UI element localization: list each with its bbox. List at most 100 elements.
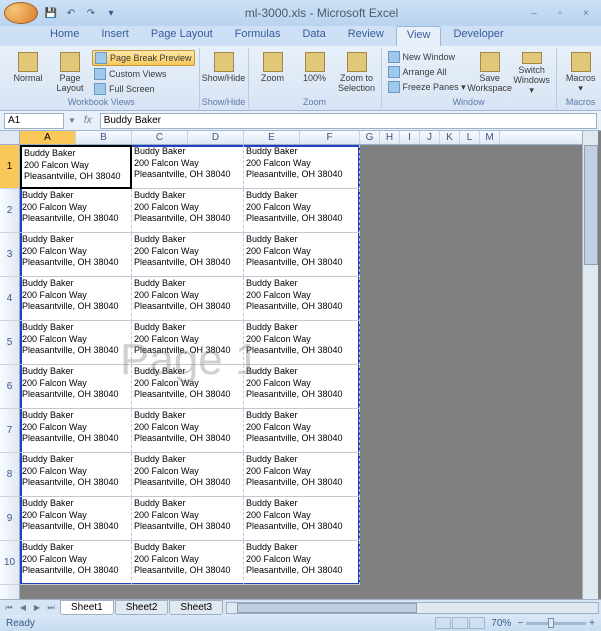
full-screen-button[interactable]: Full Screen — [92, 82, 195, 96]
showhide-button[interactable]: Show/Hide — [204, 50, 244, 98]
cell-C3[interactable]: Buddy Baker200 Falcon WayPleasantville, … — [132, 233, 244, 277]
fx-icon[interactable]: fx — [80, 115, 96, 126]
zoom-slider[interactable]: − + — [517, 618, 595, 629]
cell-E1[interactable]: Buddy Baker200 Falcon WayPleasantville, … — [244, 145, 360, 189]
cell-A6[interactable]: Buddy Baker200 Falcon WayPleasantville, … — [20, 365, 132, 409]
tab-page-layout[interactable]: Page Layout — [141, 26, 223, 46]
horizontal-scrollbar[interactable] — [226, 602, 599, 614]
custom-views-button[interactable]: Custom Views — [92, 67, 195, 81]
row-header-5[interactable]: 5 — [0, 321, 19, 365]
cell-C6[interactable]: Buddy Baker200 Falcon WayPleasantville, … — [132, 365, 244, 409]
cell-E7[interactable]: Buddy Baker200 Falcon WayPleasantville, … — [244, 409, 360, 453]
cell-E10[interactable]: Buddy Baker200 Falcon WayPleasantville, … — [244, 541, 360, 585]
sheet-first-icon[interactable]: ⏮ — [2, 602, 16, 614]
tab-view[interactable]: View — [396, 26, 442, 46]
column-header-I[interactable]: I — [400, 131, 420, 144]
zoom-sel-button[interactable]: Zoom to Selection — [337, 50, 377, 98]
cell-E6[interactable]: Buddy Baker200 Falcon WayPleasantville, … — [244, 365, 360, 409]
sheet-last-icon[interactable]: ⏭ — [44, 602, 58, 614]
office-button[interactable] — [4, 2, 38, 24]
cell-E8[interactable]: Buddy Baker200 Falcon WayPleasantville, … — [244, 453, 360, 497]
cell-C9[interactable]: Buddy Baker200 Falcon WayPleasantville, … — [132, 497, 244, 541]
column-header-E[interactable]: E — [244, 131, 300, 144]
tab-data[interactable]: Data — [292, 26, 335, 46]
tab-home[interactable]: Home — [40, 26, 89, 46]
row-header-7[interactable]: 7 — [0, 409, 19, 453]
cells-grid[interactable]: Buddy Baker200 Falcon WayPleasantville, … — [20, 145, 582, 599]
cell-A8[interactable]: Buddy Baker200 Falcon WayPleasantville, … — [20, 453, 132, 497]
zoom-level[interactable]: 70% — [491, 618, 511, 629]
zoom-button[interactable]: Zoom — [253, 50, 293, 98]
column-header-L[interactable]: L — [460, 131, 480, 144]
cell-A1[interactable]: Buddy Baker200 Falcon WayPleasantville, … — [20, 145, 132, 189]
cell-A7[interactable]: Buddy Baker200 Falcon WayPleasantville, … — [20, 409, 132, 453]
tab-formulas[interactable]: Formulas — [225, 26, 291, 46]
sheet-prev-icon[interactable]: ◀ — [16, 602, 30, 614]
tab-insert[interactable]: Insert — [91, 26, 139, 46]
switch-win-button[interactable]: Switch Windows ▾ — [512, 50, 552, 98]
cell-A2[interactable]: Buddy Baker200 Falcon WayPleasantville, … — [20, 189, 132, 233]
sheet-tab-sheet2[interactable]: Sheet2 — [115, 600, 169, 615]
column-header-B[interactable]: B — [76, 131, 132, 144]
save-icon[interactable]: 💾 — [42, 4, 60, 22]
page-layout-button[interactable]: Page Layout — [50, 50, 90, 98]
vertical-scroll-thumb[interactable] — [584, 145, 598, 265]
column-header-J[interactable]: J — [420, 131, 440, 144]
cell-A9[interactable]: Buddy Baker200 Falcon WayPleasantville, … — [20, 497, 132, 541]
vertical-scrollbar[interactable] — [582, 131, 598, 599]
page-layout-view-icon[interactable] — [452, 617, 468, 629]
zoom-slider-thumb[interactable] — [548, 618, 554, 628]
zoom-in-icon[interactable]: + — [589, 618, 595, 629]
column-header-G[interactable]: G — [360, 131, 380, 144]
column-header-F[interactable]: F — [300, 131, 360, 144]
column-header-C[interactable]: C — [132, 131, 188, 144]
cell-C10[interactable]: Buddy Baker200 Falcon WayPleasantville, … — [132, 541, 244, 585]
column-header-A[interactable]: A — [20, 131, 76, 144]
row-header-3[interactable]: 3 — [0, 233, 19, 277]
new-window-button[interactable]: New Window — [386, 50, 468, 64]
minimize-icon[interactable]: – — [523, 5, 545, 21]
close-icon[interactable]: × — [575, 5, 597, 21]
cell-E5[interactable]: Buddy Baker200 Falcon WayPleasantville, … — [244, 321, 360, 365]
cell-C7[interactable]: Buddy Baker200 Falcon WayPleasantville, … — [132, 409, 244, 453]
cell-A4[interactable]: Buddy Baker200 Falcon WayPleasantville, … — [20, 277, 132, 321]
cell-C4[interactable]: Buddy Baker200 Falcon WayPleasantville, … — [132, 277, 244, 321]
column-header-D[interactable]: D — [188, 131, 244, 144]
zoom100-button[interactable]: 100% — [295, 50, 335, 98]
sheet-tab-sheet1[interactable]: Sheet1 — [60, 600, 114, 615]
page-break-preview-button[interactable]: Page Break Preview — [92, 50, 195, 66]
cell-C8[interactable]: Buddy Baker200 Falcon WayPleasantville, … — [132, 453, 244, 497]
column-header-K[interactable]: K — [440, 131, 460, 144]
cell-C1[interactable]: Buddy Baker200 Falcon WayPleasantville, … — [132, 145, 244, 189]
name-box[interactable]: A1 — [4, 113, 64, 129]
macros-button[interactable]: Macros ▾ — [561, 50, 601, 98]
zoom-out-icon[interactable]: − — [517, 618, 523, 629]
column-header-H[interactable]: H — [380, 131, 400, 144]
cell-A5[interactable]: Buddy Baker200 Falcon WayPleasantville, … — [20, 321, 132, 365]
select-all-corner[interactable] — [0, 131, 20, 144]
column-header-M[interactable]: M — [480, 131, 500, 144]
page-break-view-icon[interactable] — [469, 617, 485, 629]
tab-review[interactable]: Review — [338, 26, 394, 46]
row-header-8[interactable]: 8 — [0, 453, 19, 497]
normal-button[interactable]: Normal — [8, 50, 48, 98]
cell-E4[interactable]: Buddy Baker200 Falcon WayPleasantville, … — [244, 277, 360, 321]
cell-C2[interactable]: Buddy Baker200 Falcon WayPleasantville, … — [132, 189, 244, 233]
cell-C5[interactable]: Buddy Baker200 Falcon WayPleasantville, … — [132, 321, 244, 365]
cell-E2[interactable]: Buddy Baker200 Falcon WayPleasantville, … — [244, 189, 360, 233]
cell-E3[interactable]: Buddy Baker200 Falcon WayPleasantville, … — [244, 233, 360, 277]
sheet-tab-sheet3[interactable]: Sheet3 — [169, 600, 223, 615]
sheet-next-icon[interactable]: ▶ — [30, 602, 44, 614]
redo-icon[interactable]: ↷ — [82, 4, 100, 22]
cell-A3[interactable]: Buddy Baker200 Falcon WayPleasantville, … — [20, 233, 132, 277]
save-ws-button[interactable]: Save Workspace — [470, 50, 510, 98]
cell-A10[interactable]: Buddy Baker200 Falcon WayPleasantville, … — [20, 541, 132, 585]
arrange-all-button[interactable]: Arrange All — [386, 65, 468, 79]
freeze-panes--button[interactable]: Freeze Panes ▾ — [386, 80, 468, 94]
row-header-10[interactable]: 10 — [0, 541, 19, 585]
name-box-dropdown-icon[interactable]: ▼ — [68, 116, 76, 125]
row-header-2[interactable]: 2 — [0, 189, 19, 233]
undo-icon[interactable]: ↶ — [62, 4, 80, 22]
row-header-1[interactable]: 1 — [0, 145, 19, 189]
restore-icon[interactable]: ▫ — [549, 5, 571, 21]
